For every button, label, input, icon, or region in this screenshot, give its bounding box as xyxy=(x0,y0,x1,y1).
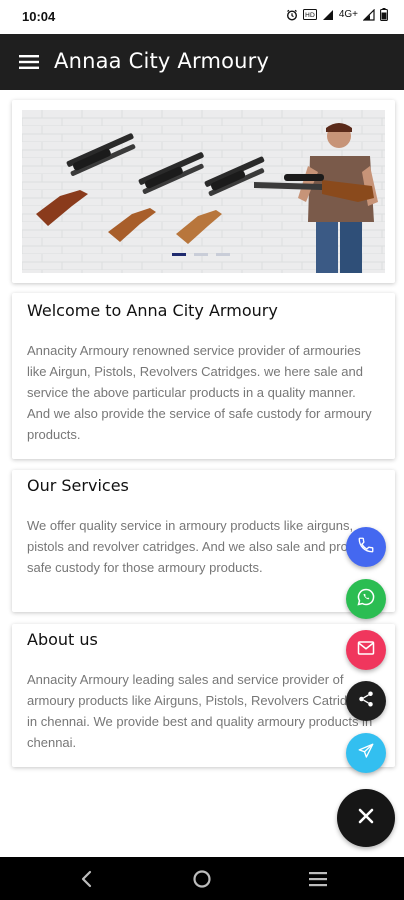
page-title: Annaa City Armoury xyxy=(54,49,270,73)
close-button[interactable] xyxy=(337,789,395,847)
back-icon[interactable] xyxy=(76,869,96,889)
system-nav-bar xyxy=(0,857,404,900)
battery-icon xyxy=(380,8,388,21)
signal-icon xyxy=(322,9,334,21)
about-heading: About us xyxy=(27,630,98,649)
mail-icon xyxy=(357,640,375,661)
phone-icon xyxy=(357,536,375,559)
services-card: Our Services We offer quality service in… xyxy=(12,470,395,612)
welcome-card: Welcome to Anna City Armoury Annacity Ar… xyxy=(12,293,395,459)
whatsapp-button[interactable] xyxy=(346,579,386,619)
hamburger-menu-icon[interactable] xyxy=(14,48,44,76)
banner-slider[interactable] xyxy=(22,110,385,273)
slide-indicator-active[interactable] xyxy=(172,253,186,256)
svg-text:HD: HD xyxy=(305,11,315,19)
volte-icon: HD xyxy=(302,9,317,20)
banner-card xyxy=(12,100,395,283)
recents-icon[interactable] xyxy=(308,869,328,889)
services-text: We offer quality service in armoury prod… xyxy=(27,518,372,575)
slide-indicator[interactable] xyxy=(194,253,208,256)
signal-icon xyxy=(363,8,375,21)
status-icons: HD 4G+ xyxy=(286,8,388,21)
slider-indicators xyxy=(172,253,230,256)
network-4g-icon: 4G+ xyxy=(338,9,358,20)
close-icon xyxy=(358,808,374,829)
about-text: Annacity Armoury leading sales and servi… xyxy=(27,672,373,750)
phone-button[interactable] xyxy=(346,527,386,567)
send-button[interactable] xyxy=(346,733,386,773)
status-time: 10:04 xyxy=(22,9,56,24)
slide-indicator[interactable] xyxy=(216,253,230,256)
send-icon xyxy=(357,742,375,765)
app-bar: Annaa City Armoury xyxy=(0,34,404,90)
share-button[interactable] xyxy=(346,681,386,721)
about-card: About us Annacity Armoury leading sales … xyxy=(12,624,395,767)
share-icon xyxy=(357,690,375,713)
alarm-icon xyxy=(286,9,298,21)
banner-image xyxy=(22,110,385,273)
status-bar: 10:04 HD 4G+ xyxy=(0,0,404,34)
welcome-text: Annacity Armoury renowned service provid… xyxy=(27,343,372,442)
welcome-heading: Welcome to Anna City Armoury xyxy=(27,301,278,320)
home-icon[interactable] xyxy=(192,869,212,889)
mail-button[interactable] xyxy=(346,630,386,670)
whatsapp-icon xyxy=(356,587,376,612)
services-heading: Our Services xyxy=(27,476,129,495)
